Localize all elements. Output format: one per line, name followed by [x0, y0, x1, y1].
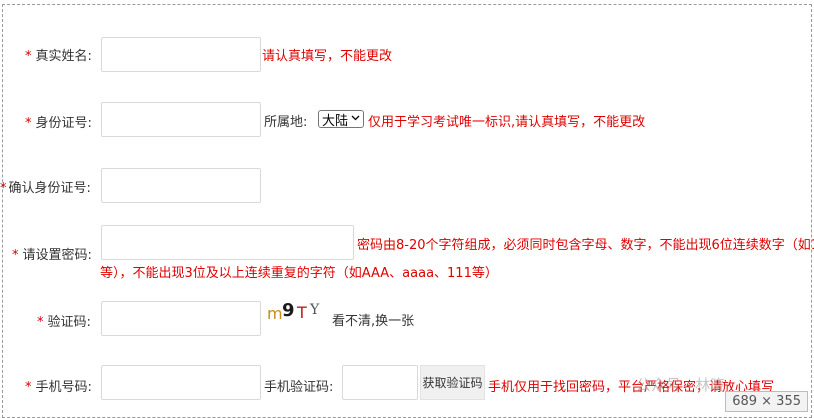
get-code-button[interactable]: 获取验证码	[420, 365, 485, 400]
id-number-input[interactable]	[101, 102, 261, 137]
required-mark: *	[25, 49, 32, 64]
confirm-id-input[interactable]	[101, 168, 261, 203]
password-hint-line2: 等），不能出现3位及以上连续重复的字符（如AAA、aaaa、111等）	[100, 266, 498, 281]
real-name-label: * 真实姓名:	[25, 49, 92, 64]
chevron-down-icon	[351, 114, 360, 124]
real-name-hint: 请认真填写，不能更改	[262, 49, 393, 64]
confirm-id-label: * 确认身份证号:	[0, 181, 91, 196]
required-mark: *	[12, 248, 19, 263]
size-badge: 689 × 355	[725, 391, 808, 412]
captcha-input[interactable]	[101, 301, 261, 336]
region-label: 所属地:	[264, 115, 308, 130]
required-mark: *	[25, 116, 32, 131]
id-number-hint: 仅用于学习考试唯一标识,请认真填写，不能更改	[368, 115, 646, 130]
sms-code-input[interactable]	[342, 365, 418, 400]
phone-input[interactable]	[101, 365, 261, 400]
region-select-value: 大陆	[322, 113, 349, 129]
password-label: * 请设置密码:	[12, 248, 92, 263]
captcha-refresh-link[interactable]: 看不清,换一张	[332, 310, 414, 329]
id-number-label: * 身份证号:	[25, 116, 92, 131]
captcha-char: T	[296, 303, 307, 322]
password-input[interactable]	[101, 225, 354, 260]
phone-label: * 手机号码:	[25, 380, 92, 395]
sms-code-label: 手机验证码:	[264, 380, 334, 395]
password-hint-line1: 密码由8-20个字符组成，必须同时包含字母、数字，不能出现6位连续数字（如1	[357, 238, 814, 253]
required-mark: *	[37, 315, 44, 330]
captcha-char: Y	[309, 302, 320, 318]
captcha-char: 9	[282, 300, 295, 321]
captcha-char: m	[267, 304, 283, 323]
watermark: 公众号 · 林晓	[636, 376, 726, 394]
required-mark: *	[0, 181, 7, 196]
real-name-input[interactable]	[101, 37, 261, 72]
captcha-image[interactable]: m 9 T Y	[265, 299, 327, 323]
required-mark: *	[25, 380, 32, 395]
region-select[interactable]: 大陆	[318, 110, 365, 129]
captcha-label: * 验证码:	[37, 315, 91, 330]
